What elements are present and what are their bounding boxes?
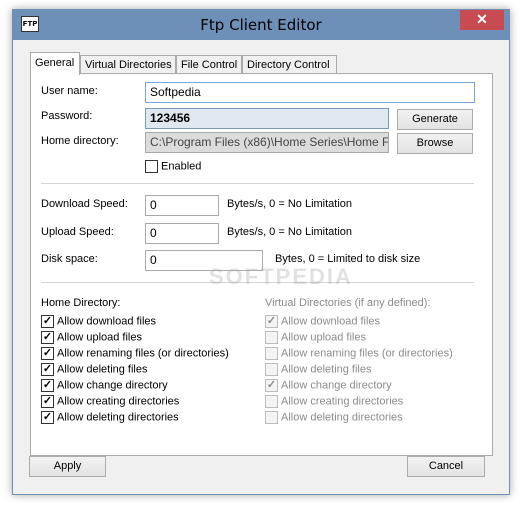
password-label: Password: xyxy=(41,110,93,122)
upload-speed-hint: Bytes/s, 0 = No Limitation xyxy=(227,226,353,238)
enabled-checkbox[interactable] xyxy=(145,160,158,173)
checkmark-icon: ✓ xyxy=(42,363,53,375)
enabled-label: Enabled xyxy=(161,160,202,173)
download-speed-field[interactable]: 0 xyxy=(145,195,219,216)
checkmark-icon: ✓ xyxy=(42,411,53,423)
permission-row[interactable]: ✓ Allow upload files xyxy=(41,331,142,347)
checkbox-unchecked xyxy=(265,331,278,344)
ftp-client-editor-window: FTP Ftp Client Editor ✕ General Virtual … xyxy=(12,9,510,495)
permission-label: Allow change directory xyxy=(57,379,168,392)
home-permissions-heading: Home Directory: xyxy=(41,297,121,309)
username-label: User name: xyxy=(41,85,98,97)
checkbox-checked[interactable]: ✓ xyxy=(41,411,54,424)
permission-label: Allow upload files xyxy=(281,331,366,344)
checkmark-icon: ✓ xyxy=(42,379,53,391)
password-field[interactable]: 123456 xyxy=(145,108,389,129)
tab-file-control[interactable]: File Control xyxy=(176,55,242,74)
checkbox-checked: ✓ xyxy=(265,315,278,328)
permission-row: Allow creating directories xyxy=(265,395,403,411)
checkbox-checked[interactable]: ✓ xyxy=(41,315,54,328)
title-bar[interactable]: FTP Ftp Client Editor ✕ xyxy=(13,10,509,40)
checkmark-icon: ✓ xyxy=(42,331,53,343)
permission-row: ✓ Allow change directory xyxy=(265,379,392,395)
permission-row[interactable]: ✓ Allow download files xyxy=(41,315,156,331)
permission-row: Allow deleting directories xyxy=(265,411,403,427)
home-directory-label: Home directory: xyxy=(41,135,119,147)
tab-virtual-directories[interactable]: Virtual Directories xyxy=(80,55,176,74)
apply-button[interactable]: Apply xyxy=(29,456,106,477)
checkbox-checked[interactable]: ✓ xyxy=(41,379,54,392)
checkbox-checked: ✓ xyxy=(265,379,278,392)
permission-row: ✓ Allow download files xyxy=(265,315,380,331)
username-field[interactable]: Softpedia xyxy=(145,82,475,103)
download-speed-hint: Bytes/s, 0 = No Limitation xyxy=(227,198,353,210)
permission-row[interactable]: ✓ Allow renaming files (or directories) xyxy=(41,347,229,363)
close-icon: ✕ xyxy=(476,11,488,27)
permission-label: Allow renaming files (or directories) xyxy=(281,347,453,360)
window-title: Ftp Client Editor xyxy=(200,16,322,34)
generate-button[interactable]: Generate xyxy=(397,109,473,130)
tab-directory-control[interactable]: Directory Control xyxy=(242,55,337,74)
permission-row: Allow upload files xyxy=(265,331,366,347)
enabled-checkbox-row[interactable]: Enabled xyxy=(145,160,201,176)
checkbox-unchecked xyxy=(265,347,278,360)
checkbox-checked[interactable]: ✓ xyxy=(41,331,54,344)
checkmark-icon: ✓ xyxy=(266,315,277,327)
permission-row: Allow renaming files (or directories) xyxy=(265,347,453,363)
browse-button[interactable]: Browse xyxy=(397,133,473,154)
permission-label: Allow change directory xyxy=(281,379,392,392)
upload-speed-label: Upload Speed: xyxy=(41,226,114,238)
permission-label: Allow upload files xyxy=(57,331,142,344)
permission-label: Allow deleting directories xyxy=(281,411,403,424)
permission-row[interactable]: ✓ Allow deleting files xyxy=(41,363,148,379)
checkmark-icon: ✓ xyxy=(266,379,277,391)
checkmark-icon: ✓ xyxy=(42,395,53,407)
checkbox-unchecked xyxy=(265,363,278,376)
tab-general[interactable]: General xyxy=(30,52,80,75)
disk-space-label: Disk space: xyxy=(41,253,98,265)
permission-label: Allow creating directories xyxy=(57,395,180,408)
permission-label: Allow creating directories xyxy=(281,395,404,408)
permission-label: Allow deleting directories xyxy=(57,411,179,424)
download-speed-label: Download Speed: xyxy=(41,198,128,210)
checkbox-unchecked xyxy=(265,411,278,424)
checkmark-icon: ✓ xyxy=(42,347,53,359)
checkbox-checked[interactable]: ✓ xyxy=(41,395,54,408)
permission-row: Allow deleting files xyxy=(265,363,372,379)
permission-row[interactable]: ✓ Allow change directory xyxy=(41,379,168,395)
general-panel: User name: Softpedia Password: 123456 Ge… xyxy=(30,73,493,456)
softpedia-watermark: SOFTPEDIA xyxy=(209,264,353,289)
permission-label: Allow download files xyxy=(57,315,157,328)
checkbox-unchecked xyxy=(265,395,278,408)
permission-label: Allow download files xyxy=(281,315,381,328)
cancel-button[interactable]: Cancel xyxy=(407,456,485,477)
checkmark-icon: ✓ xyxy=(42,315,53,327)
permission-label: Allow deleting files xyxy=(57,363,148,376)
divider-1 xyxy=(41,183,474,184)
close-button[interactable]: ✕ xyxy=(460,10,504,30)
virtual-permissions-heading: Virtual Directories (if any defined): xyxy=(265,297,431,309)
checkbox-checked[interactable]: ✓ xyxy=(41,347,54,360)
permission-label: Allow deleting files xyxy=(281,363,372,376)
checkbox-checked[interactable]: ✓ xyxy=(41,363,54,376)
permission-row[interactable]: ✓ Allow creating directories xyxy=(41,395,179,411)
permission-label: Allow renaming files (or directories) xyxy=(57,347,229,360)
permission-row[interactable]: ✓ Allow deleting directories xyxy=(41,411,179,427)
home-directory-field[interactable]: C:\Program Files (x86)\Home Series\Home … xyxy=(145,132,389,153)
upload-speed-field[interactable]: 0 xyxy=(145,223,219,244)
